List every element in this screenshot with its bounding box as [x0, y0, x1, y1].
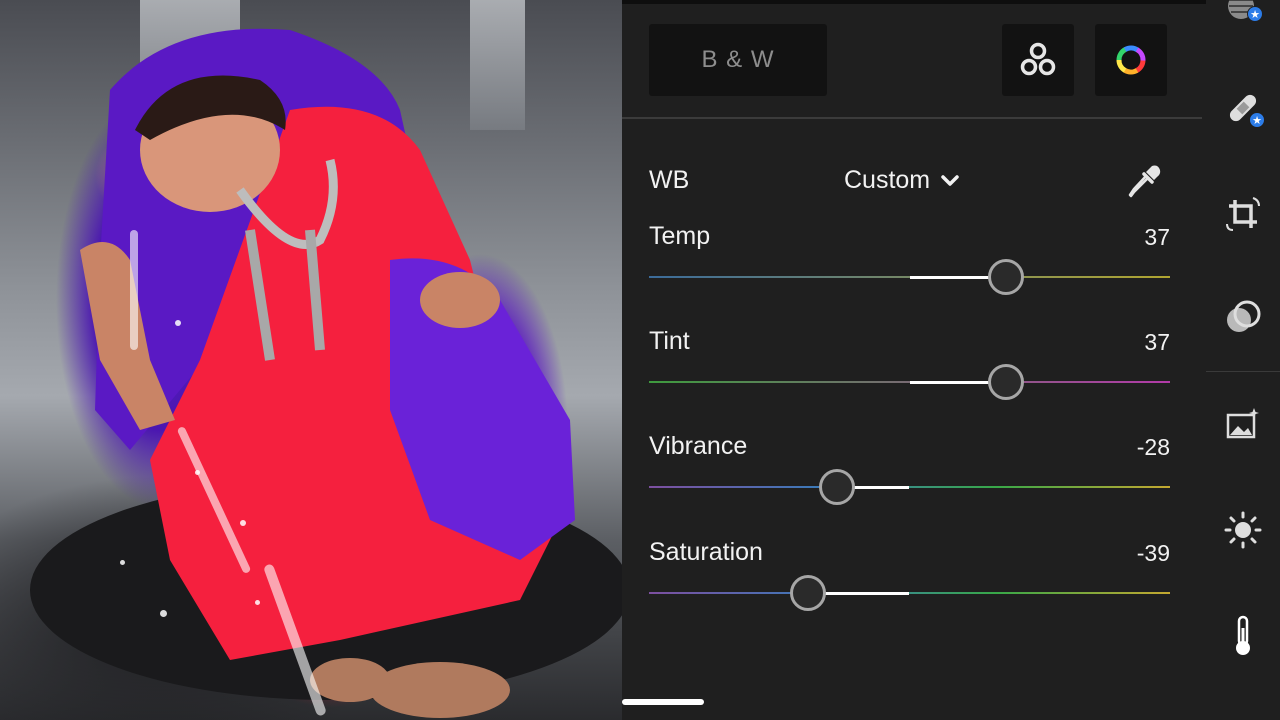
black-white-button[interactable]: B & W	[649, 24, 827, 96]
water-droplet	[120, 560, 125, 565]
white-balance-dropdown[interactable]: Custom	[844, 166, 960, 195]
premium-badge: ★	[1247, 6, 1263, 22]
adjustment-label: Vibrance	[649, 432, 748, 460]
presets-image-icon	[1226, 408, 1259, 439]
adjustment-value[interactable]: 37	[1144, 224, 1170, 251]
color-mix-button[interactable]	[1095, 24, 1167, 96]
water-droplet	[255, 600, 260, 605]
water-droplet	[195, 470, 200, 475]
slider-knob[interactable]	[789, 575, 826, 611]
masking-tool[interactable]	[1223, 298, 1263, 338]
rail-separator	[1206, 371, 1280, 372]
selective-tool[interactable]: ★	[1223, 0, 1263, 26]
color-thermometer-icon	[1236, 615, 1250, 655]
slider-knob[interactable]	[987, 364, 1024, 400]
photo-preview[interactable]	[0, 0, 622, 720]
slider-knob[interactable]	[818, 469, 855, 505]
photo-subject	[30, 28, 622, 718]
light-sun-icon	[1224, 511, 1262, 549]
white-balance-label: WB	[649, 166, 690, 194]
adjustment-value[interactable]: -39	[1137, 540, 1170, 567]
home-indicator	[622, 699, 704, 705]
adjustment-label: Temp	[649, 222, 711, 250]
masking-icon	[1227, 300, 1261, 332]
premium-badge: ★	[1249, 112, 1265, 128]
healing-tool[interactable]: ★	[1223, 88, 1265, 128]
adjustment-label: Saturation	[649, 538, 763, 566]
water-droplet	[240, 520, 246, 526]
color-wheel-icon	[1116, 45, 1146, 75]
color-panel: B & W WB Custom Temp 37 Tint 37 Vibrance -28 S…	[622, 0, 1206, 720]
panel-top-edge	[622, 0, 1206, 4]
light-tool[interactable]	[1223, 510, 1263, 550]
slider-knob[interactable]	[987, 259, 1024, 295]
adjustment-value[interactable]: 37	[1144, 329, 1170, 356]
circles-profile-icon	[1020, 42, 1056, 76]
crop-tool[interactable]	[1223, 194, 1263, 234]
tool-rail: ★ ★	[1206, 0, 1280, 720]
water-splash	[130, 230, 138, 350]
adjustment-value[interactable]: -28	[1137, 434, 1170, 461]
white-balance-value: Custom	[844, 166, 931, 194]
profiles-button[interactable]	[1002, 24, 1074, 96]
panel-divider	[622, 117, 1202, 119]
water-droplet	[160, 610, 167, 617]
eyedropper-icon[interactable]	[1125, 161, 1165, 201]
slider-track[interactable]	[649, 486, 1170, 488]
slider-track[interactable]	[649, 592, 1170, 594]
presets-tool[interactable]	[1223, 404, 1263, 444]
crop-rotate-icon	[1226, 197, 1260, 231]
adjustment-label: Tint	[649, 327, 690, 355]
water-droplet	[175, 320, 181, 326]
chevron-down-icon	[941, 174, 959, 186]
color-tool[interactable]	[1223, 614, 1263, 655]
